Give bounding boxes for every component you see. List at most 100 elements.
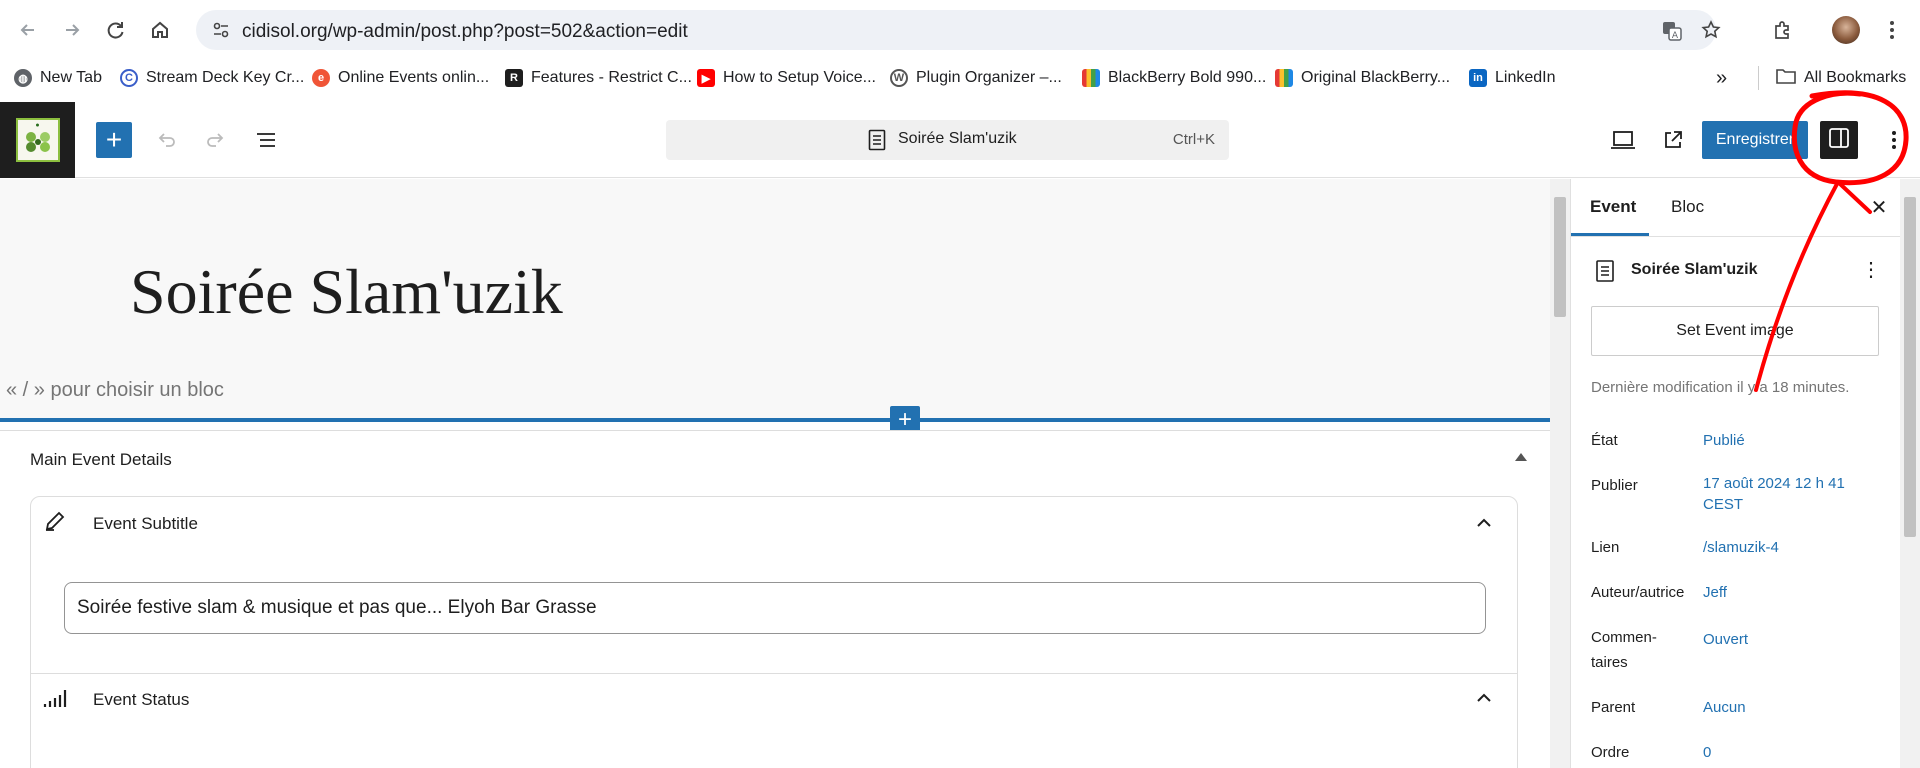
home-icon[interactable] (144, 14, 176, 46)
chevron-up-icon[interactable] (1476, 690, 1492, 708)
sidebar-tabs: Event Bloc ✕ (1571, 179, 1901, 237)
metabox-main-event-details: Main Event Details Event Subtitle Soirée… (0, 430, 1550, 768)
author-label: Auteur/autrice (1591, 584, 1685, 601)
post-title[interactable]: Soirée Slam'uzik (130, 255, 563, 329)
status-section-title[interactable]: Event Status (93, 690, 189, 710)
all-bookmarks[interactable]: All Bookmarks (1776, 60, 1906, 96)
block-insertion-line (0, 418, 1550, 422)
save-button[interactable]: Enregistrer (1702, 121, 1808, 159)
bookmark-original-blackberry[interactable]: Original BlackBerry... (1275, 60, 1450, 96)
bookmark-label: Features - Restrict C... (531, 69, 692, 86)
bookmark-label: Stream Deck Key Cr... (146, 69, 305, 86)
settings-sidebar-toggle[interactable] (1820, 121, 1858, 159)
author-link[interactable]: Jeff (1703, 582, 1883, 603)
stream-deck-icon: C (120, 69, 138, 87)
tab-bloc[interactable]: Bloc (1671, 197, 1704, 217)
cidisol-logo: ● (15, 118, 60, 162)
eventbrite-icon: e (312, 69, 330, 87)
page-icon (868, 129, 886, 156)
globe-icon: ◍ (14, 69, 32, 87)
bookmark-online-events[interactable]: e Online Events onlin... (312, 60, 489, 96)
extensions-icon[interactable] (1766, 14, 1798, 46)
browser-menu-icon[interactable] (1876, 14, 1908, 46)
folder-icon (1776, 68, 1796, 89)
shop-icon (1275, 69, 1293, 87)
bookmark-new-tab[interactable]: ◍ New Tab (14, 60, 102, 96)
set-event-image-button[interactable]: Set Event image (1591, 306, 1879, 356)
tab-event[interactable]: Event (1590, 197, 1636, 217)
forward-icon[interactable] (56, 14, 88, 46)
undo-icon[interactable] (148, 122, 184, 158)
publish-date-link[interactable]: 17 août 2024 12 h 41 CEST (1703, 473, 1883, 515)
settings-sidebar: Event Bloc ✕ Soirée Slam'uzik ⋮ Set Even… (1570, 179, 1901, 768)
all-bookmarks-label: All Bookmarks (1804, 69, 1907, 86)
close-icon[interactable]: ✕ (1865, 193, 1893, 221)
back-icon[interactable] (12, 14, 44, 46)
command-palette-bar[interactable]: Soirée Slam'uzik Ctrl+K (666, 120, 1229, 160)
bookmarks-bar: ◍ New Tab C Stream Deck Key Cr... e Onli… (0, 60, 1920, 102)
comments-link[interactable]: Ouvert (1703, 629, 1883, 650)
options-menu-icon[interactable] (1876, 122, 1912, 158)
chevron-up-icon[interactable] (1476, 515, 1492, 533)
address-bar[interactable]: cidisol.org/wp-admin/post.php?post=502&a… (196, 10, 1721, 50)
svg-text:A: A (1672, 31, 1679, 41)
collapse-caret-icon[interactable] (1515, 453, 1527, 461)
canvas-scrollbar[interactable] (1550, 179, 1570, 768)
bookmark-label: LinkedIn (1495, 69, 1556, 86)
last-modified-text: Dernière modification il y a 18 minutes. (1591, 379, 1850, 396)
sidebar-post-title: Soirée Slam'uzik (1631, 261, 1758, 278)
metabox-title[interactable]: Main Event Details (30, 450, 172, 470)
shop-icon (1082, 69, 1100, 87)
bookmark-linkedin[interactable]: in LinkedIn (1469, 60, 1556, 96)
editor-header: ● + Soirée Slam'uzik Ctrl+K Enregistrer (0, 102, 1920, 178)
bookmark-restrict[interactable]: R Features - Restrict C... (505, 60, 692, 96)
site-logo[interactable]: ● (0, 102, 75, 178)
youtube-icon: ▶ (697, 69, 715, 87)
event-subtitle-input[interactable]: Soirée festive slam & musique et pas que… (64, 582, 1486, 634)
panel-divider (31, 673, 1517, 674)
profile-avatar[interactable] (1830, 14, 1862, 46)
bookmark-stream-deck[interactable]: C Stream Deck Key Cr... (120, 60, 304, 96)
bookmark-label: BlackBerry Bold 990... (1108, 69, 1267, 86)
page-icon (1595, 259, 1615, 288)
preview-device-icon[interactable] (1605, 122, 1641, 158)
order-label: Ordre (1591, 744, 1630, 761)
translate-icon[interactable]: A (1661, 20, 1683, 47)
bookmark-blackberry-bold[interactable]: BlackBerry Bold 990... (1082, 60, 1266, 96)
bookmark-label: Online Events onlin... (338, 69, 490, 86)
site-info-icon[interactable] (212, 21, 230, 44)
doc-title: Soirée Slam'uzik (898, 130, 1017, 147)
more-options-icon[interactable]: ⋮ (1861, 257, 1881, 281)
view-post-icon[interactable] (1655, 122, 1691, 158)
bookmark-star-icon[interactable] (1701, 20, 1721, 45)
parent-link[interactable]: Aucun (1703, 697, 1883, 718)
block-placeholder[interactable]: « / » pour choisir un bloc (6, 379, 224, 402)
bookmark-label: New Tab (40, 69, 102, 86)
wordpress-icon: W (890, 69, 908, 87)
sidebar-scrollbar[interactable] (1900, 179, 1920, 768)
shortcut-hint: Ctrl+K (1172, 131, 1215, 148)
reload-icon[interactable] (100, 14, 132, 46)
bookmark-voice[interactable]: ▶ How to Setup Voice... (697, 60, 876, 96)
subtitle-section-title[interactable]: Event Subtitle (93, 514, 198, 534)
bookmark-label: How to Setup Voice... (723, 69, 876, 86)
permalink-link[interactable]: /slamuzik-4 (1703, 537, 1883, 558)
scrollbar-thumb[interactable] (1904, 197, 1916, 537)
bookmark-label: Plugin Organizer –... (916, 69, 1062, 86)
url-text[interactable]: cidisol.org/wp-admin/post.php?post=502&a… (242, 21, 688, 43)
bookmarks-overflow-icon[interactable]: » (1716, 60, 1727, 96)
plus-icon: + (105, 124, 123, 155)
active-tab-indicator (1571, 233, 1649, 236)
block-inserter-button[interactable]: + (96, 122, 132, 158)
restrict-icon: R (505, 69, 523, 87)
bookmark-plugin-organizer[interactable]: W Plugin Organizer –... (890, 60, 1062, 96)
order-link[interactable]: 0 (1703, 742, 1883, 763)
redo-icon[interactable] (198, 122, 234, 158)
parent-label: Parent (1591, 699, 1636, 716)
title-area: Soirée Slam'uzik « / » pour choisir un b… (0, 179, 1550, 419)
bookmark-label: Original BlackBerry... (1301, 69, 1451, 86)
status-value-link[interactable]: Publié (1703, 430, 1883, 451)
scrollbar-thumb[interactable] (1554, 197, 1566, 317)
signal-bars-icon (43, 687, 69, 714)
document-overview-icon[interactable] (248, 122, 284, 158)
